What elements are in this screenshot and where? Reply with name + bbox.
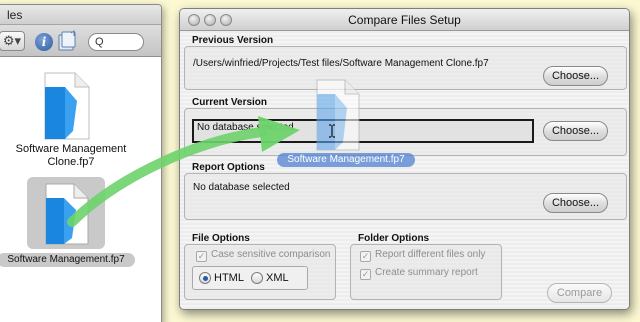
report-different-checkbox[interactable]: ✓ (360, 251, 371, 262)
new-folder-icon[interactable] (57, 30, 77, 52)
xml-radio[interactable] (251, 272, 263, 284)
current-version-heading: Current Version (192, 97, 268, 108)
report-options-heading: Report Options (192, 162, 265, 173)
report-different-label: Report different files only (375, 249, 486, 260)
current-choose-button[interactable]: Choose... (543, 121, 608, 141)
search-icon: Q (95, 36, 104, 48)
file-label-selected[interactable]: Software Management.fp7 (0, 253, 135, 267)
file-label-clone[interactable]: Software Management Clone.fp7 (1, 143, 141, 169)
finder-title: les (0, 5, 161, 25)
format-radio-group: HTML XML (192, 266, 308, 290)
case-sensitive-checkbox[interactable]: ✓ (196, 251, 207, 262)
file-options-heading: File Options (192, 233, 250, 244)
previous-version-heading: Previous Version (192, 35, 274, 46)
html-radio[interactable] (199, 272, 211, 284)
close-button[interactable] (188, 14, 200, 26)
gear-icon[interactable]: ⚙▾ (0, 31, 25, 51)
dialog-titlebar: Compare Files Setup (180, 9, 629, 31)
finder-toolbar: ⚙▾ i Q (0, 25, 161, 57)
previous-choose-button[interactable]: Choose... (543, 66, 608, 86)
current-version-drop-field[interactable]: No database selected (192, 119, 534, 143)
case-sensitive-label: Case sensitive comparison (211, 249, 331, 260)
report-choose-button[interactable]: Choose... (543, 193, 608, 213)
report-options-value: No database selected (193, 182, 290, 193)
summary-report-label: Create summary report (375, 267, 478, 278)
file-icon-clone[interactable] (39, 71, 93, 141)
current-version-value: No database selected (197, 122, 294, 133)
html-radio-label[interactable]: HTML (214, 272, 244, 284)
report-different-option[interactable]: ✓ Report different files only (360, 249, 485, 262)
xml-radio-label[interactable]: XML (266, 272, 289, 284)
info-icon[interactable]: i (35, 33, 53, 51)
search-field[interactable]: Q (88, 33, 144, 51)
previous-version-path: /Users/winfried/Projects/Test files/Soft… (193, 58, 489, 69)
dialog-body: Previous Version /Users/winfried/Project… (180, 31, 629, 309)
summary-report-option[interactable]: ✓ Create summary report (360, 267, 478, 280)
minimize-button[interactable] (204, 14, 216, 26)
dragged-file-ghost-icon (313, 78, 363, 152)
dialog-title: Compare Files Setup (348, 13, 461, 27)
summary-report-checkbox[interactable]: ✓ (360, 269, 371, 280)
compare-button[interactable]: Compare (547, 283, 612, 303)
dragged-file-label: Software Management.fp7 (277, 153, 415, 167)
folder-options-heading: Folder Options (358, 233, 430, 244)
case-sensitive-option[interactable]: ✓ Case sensitive comparison (196, 249, 331, 262)
finder-window: les ⚙▾ i Q Software Management Clone.fp7 (0, 4, 162, 322)
file-icon-selected[interactable] (40, 182, 92, 246)
zoom-button[interactable] (220, 14, 232, 26)
text-cursor-icon (328, 124, 336, 138)
